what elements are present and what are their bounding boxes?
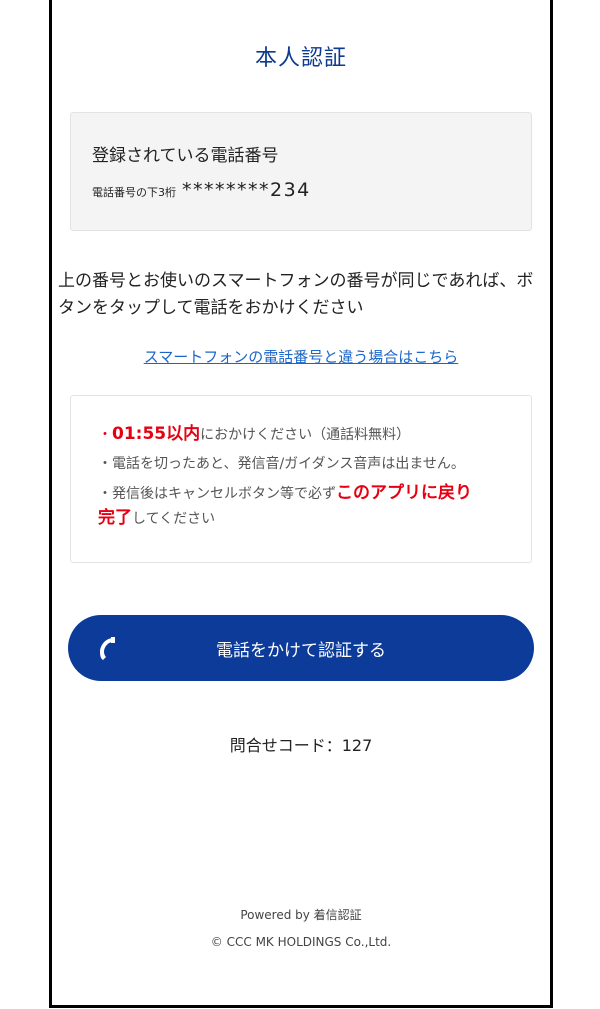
notice-time-limit: ・01:55以内におかけください（通話料無料） (98, 422, 513, 447)
notice-return-suffix: してください (132, 511, 216, 527)
masked-phone-number: ********234 (182, 179, 311, 201)
call-button-label: 電話をかけて認証する (216, 641, 386, 661)
different-number-link[interactable]: スマートフォンの電話番号と違う場合はこちら (52, 346, 550, 367)
notice-return-prefix: ・発信後はキャンセルボタン等で必ず (98, 486, 336, 502)
notice-time-limit-text: におかけください（通話料無料） (200, 427, 411, 443)
time-limit-countdown: 01:55以内 (112, 424, 201, 444)
notice-bullet: ・ (98, 427, 112, 443)
notice-no-tone: ・電話を切ったあと、発信音/ガイダンス音声は出ません。 (98, 456, 465, 472)
registered-phone-panel: 登録されている電話番号 電話番号の下3桁 ********234 (70, 112, 532, 231)
call-to-verify-button[interactable]: 電話をかけて認証する (68, 615, 534, 681)
page-title: 本人認証 (254, 46, 347, 71)
app-frame: 本人認証 登録されている電話番号 電話番号の下3桁 ********234 上の… (49, 0, 553, 1008)
copyright: © CCC MK HOLDINGS Co.,Ltd. (210, 935, 392, 949)
instruction-text: 上の番号とお使いのスマートフォンの番号が同じであれば、ボタンをタップして電話をお… (58, 271, 534, 318)
notice-return-to-app: ・発信後はキャンセルボタン等で必ずこのアプリに戻り完了してください (98, 481, 513, 531)
notice-panel: ・01:55以内におかけください（通話料無料） ・電話を切ったあと、発信音/ガイ… (70, 395, 532, 563)
powered-by: Powered by 着信認証 (240, 908, 362, 922)
complete-highlight: 完了 (98, 508, 132, 528)
inquiry-code: 問合せコード：127 (229, 736, 373, 755)
last-three-digits-label: 電話番号の下3桁 (92, 186, 176, 199)
return-to-app-highlight: このアプリに戻り (336, 483, 472, 503)
registered-phone-heading: 登録されている電話番号 (92, 146, 279, 166)
phone-number-row: 電話番号の下3桁 ********234 (92, 179, 311, 201)
